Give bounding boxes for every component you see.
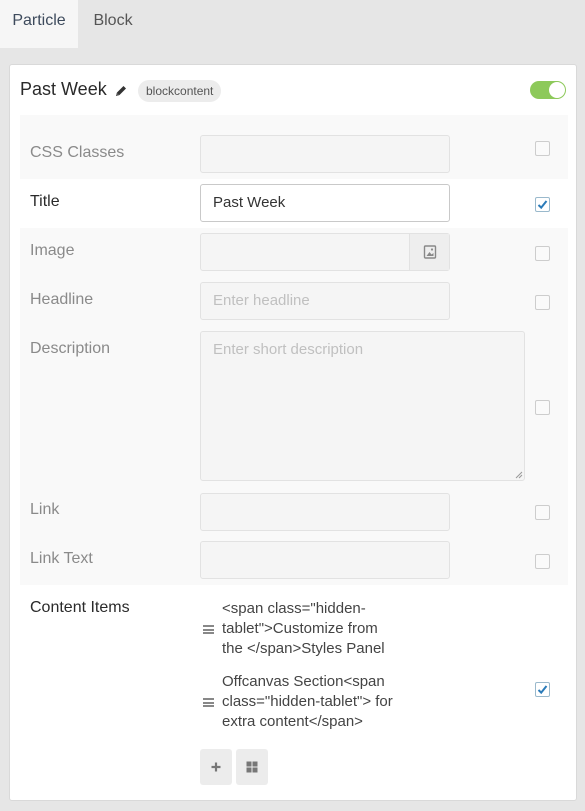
grid-icon xyxy=(246,761,258,773)
check-icon xyxy=(537,685,548,695)
row-content-items: Content Items <span class="hidden- table… xyxy=(20,585,568,795)
title-checkbox[interactable] xyxy=(535,197,550,212)
image-input[interactable] xyxy=(200,233,450,271)
content-item-line: <span class="hidden- xyxy=(222,600,366,617)
tab-particle[interactable]: Particle xyxy=(0,0,78,48)
pencil-icon[interactable] xyxy=(114,84,128,98)
tab-bar: Particle Block xyxy=(0,0,585,48)
grid-view-button[interactable] xyxy=(236,749,268,785)
label-content-items: Content Items xyxy=(30,599,130,616)
content-item[interactable]: Offcanvas Section<span class="hidden-tab… xyxy=(222,672,393,732)
resize-handle-icon[interactable] xyxy=(515,471,523,479)
description-checkbox[interactable] xyxy=(535,400,550,415)
row-css-classes: CSS Classes xyxy=(20,115,568,179)
row-title: Title Past Week xyxy=(20,179,568,228)
enabled-toggle[interactable] xyxy=(530,81,566,99)
tab-block[interactable]: Block xyxy=(78,0,148,48)
css-classes-checkbox[interactable] xyxy=(535,141,550,156)
label-description: Description xyxy=(30,340,111,357)
row-description: Description Enter short description xyxy=(20,326,568,486)
link-input[interactable] xyxy=(200,493,450,531)
content-item[interactable]: <span class="hidden- tablet">Customize f… xyxy=(222,599,385,659)
link-text-checkbox[interactable] xyxy=(535,554,550,569)
particle-panel: Past Week blockcontent CSS Classes Title… xyxy=(9,64,577,801)
image-picker-button[interactable] xyxy=(409,234,449,270)
link-text-input[interactable] xyxy=(200,541,450,579)
title-input[interactable]: Past Week xyxy=(200,184,450,222)
image-checkbox[interactable] xyxy=(535,246,550,261)
label-headline: Headline xyxy=(30,291,94,308)
label-css-classes: CSS Classes xyxy=(30,144,125,161)
content-items-checkbox[interactable] xyxy=(535,682,550,697)
row-image: Image xyxy=(20,228,568,277)
particle-title[interactable]: Past Week xyxy=(20,79,107,100)
check-icon xyxy=(537,200,548,210)
toggle-knob xyxy=(549,82,565,98)
image-icon xyxy=(423,245,437,259)
label-link: Link xyxy=(30,501,60,518)
label-title: Title xyxy=(30,193,60,210)
css-classes-input[interactable] xyxy=(200,135,450,173)
add-item-button[interactable] xyxy=(200,749,232,785)
content-item-line: the </span>Styles Panel xyxy=(222,640,385,657)
description-textarea[interactable]: Enter short description xyxy=(200,331,525,481)
label-link-text: Link Text xyxy=(30,550,93,567)
row-link: Link xyxy=(20,486,568,535)
headline-checkbox[interactable] xyxy=(535,295,550,310)
type-badge: blockcontent xyxy=(138,80,222,102)
plus-icon xyxy=(211,762,221,772)
row-link-text: Link Text xyxy=(20,535,568,585)
content-item-line: Offcanvas Section<span xyxy=(222,673,385,690)
content-item-line: extra content</span> xyxy=(222,713,363,730)
content-item-line: tablet">Customize from xyxy=(222,620,378,637)
content-item-line: class="hidden-tablet"> for xyxy=(222,693,393,710)
label-image: Image xyxy=(30,242,75,259)
drag-handle-icon[interactable] xyxy=(203,698,214,707)
headline-input[interactable]: Enter headline xyxy=(200,282,450,320)
link-checkbox[interactable] xyxy=(535,505,550,520)
row-headline: Headline Enter headline xyxy=(20,277,568,326)
drag-handle-icon[interactable] xyxy=(203,625,214,634)
